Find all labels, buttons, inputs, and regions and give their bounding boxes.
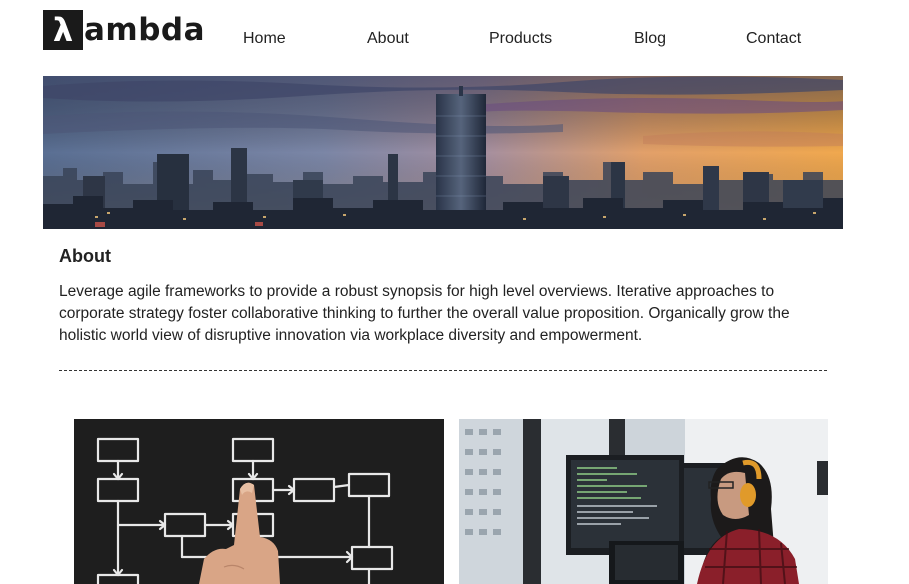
nav-link-products[interactable]: Products — [489, 30, 552, 48]
flowchart-photo — [74, 419, 444, 584]
about-heading: About — [59, 246, 111, 266]
main-nav: Home About Products Blog Contact — [0, 30, 909, 52]
nav-link-contact[interactable]: Contact — [746, 30, 801, 48]
hero-banner-image — [43, 76, 843, 229]
about-paragraph: Leverage agile frameworks to provide a r… — [59, 283, 790, 344]
section-divider — [59, 370, 827, 371]
nav-link-about[interactable]: About — [367, 30, 409, 48]
nav-link-home[interactable]: Home — [243, 30, 286, 48]
nav-link-blog[interactable]: Blog — [634, 30, 666, 48]
developer-photo — [459, 419, 828, 584]
